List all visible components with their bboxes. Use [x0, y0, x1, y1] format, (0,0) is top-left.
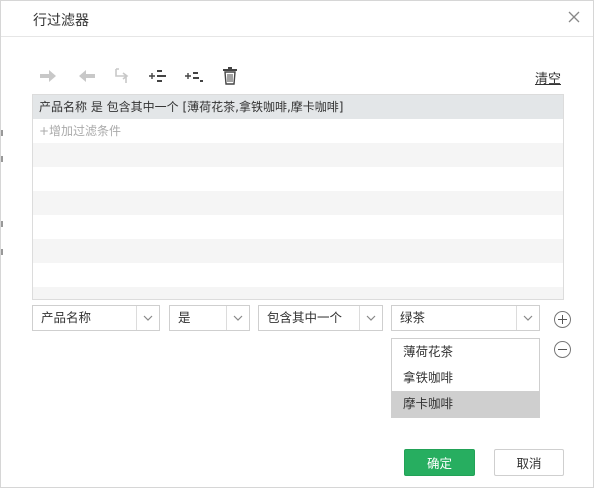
close-icon[interactable]: [567, 10, 581, 24]
dialog-title: 行过滤器: [33, 13, 89, 29]
chevron-down-icon[interactable]: [516, 306, 539, 330]
filter-condition-row[interactable]: 产品名称 是 包含其中一个 [薄荷花茶,拿铁咖啡,摩卡咖啡]: [33, 95, 563, 119]
remove-circle-icon[interactable]: [554, 341, 571, 358]
operator-match-select[interactable]: 包含其中一个: [258, 305, 383, 331]
field-select-value: 产品名称: [41, 310, 92, 325]
dropdown-option[interactable]: 薄荷花茶: [392, 339, 539, 365]
add-subcondition-icon[interactable]: [183, 65, 205, 87]
confirm-button[interactable]: 确定: [404, 449, 475, 476]
operator-is-value: 是: [178, 310, 191, 325]
field-select[interactable]: 产品名称: [32, 305, 160, 331]
empty-list-row: [33, 167, 563, 191]
empty-list-row: [33, 215, 563, 239]
empty-list-row: [33, 287, 563, 299]
add-circle-icon[interactable]: [554, 311, 571, 328]
operator-is-select[interactable]: 是: [169, 305, 250, 331]
trash-icon[interactable]: [219, 65, 241, 87]
add-filter-condition-link[interactable]: +增加过滤条件: [33, 119, 563, 143]
background-edge-mark: [1, 249, 3, 255]
empty-list-row: [33, 191, 563, 215]
filter-toolbar: 清空: [33, 65, 563, 87]
empty-list-row: [33, 239, 563, 263]
swap-icon[interactable]: [111, 65, 133, 87]
cancel-button[interactable]: 取消: [494, 449, 564, 476]
background-edge-mark: [1, 221, 3, 227]
value-select[interactable]: 绿茶: [391, 305, 540, 331]
clear-button[interactable]: 清空: [535, 68, 561, 87]
chevron-down-icon[interactable]: [136, 306, 159, 330]
dropdown-option[interactable]: 拿铁咖啡: [392, 365, 539, 391]
value-dropdown-list: 薄荷花茶 拿铁咖啡 摩卡咖啡: [391, 338, 540, 418]
arrow-right-icon[interactable]: [37, 65, 59, 87]
operator-match-value: 包含其中一个: [267, 310, 343, 325]
empty-list-row: [33, 263, 563, 287]
arrow-left-icon[interactable]: [76, 65, 98, 87]
value-select-value: 绿茶: [400, 310, 426, 325]
chevron-down-icon[interactable]: [359, 306, 382, 330]
filter-condition-list: 产品名称 是 包含其中一个 [薄荷花茶,拿铁咖啡,摩卡咖啡] +增加过滤条件: [32, 94, 564, 300]
add-condition-icon[interactable]: [147, 65, 169, 87]
dropdown-option-highlighted[interactable]: 摩卡咖啡: [392, 391, 539, 417]
background-edge-mark: [1, 156, 3, 162]
background-edge-mark: [1, 130, 3, 136]
row-filter-dialog: 行过滤器 清空 产品名称 是 包含其中一个 [薄荷花茶,拿铁咖啡,摩卡咖啡] +…: [0, 0, 594, 488]
dialog-titlebar: 行过滤器: [1, 1, 593, 37]
empty-list-row: [33, 143, 563, 167]
chevron-down-icon[interactable]: [226, 306, 249, 330]
